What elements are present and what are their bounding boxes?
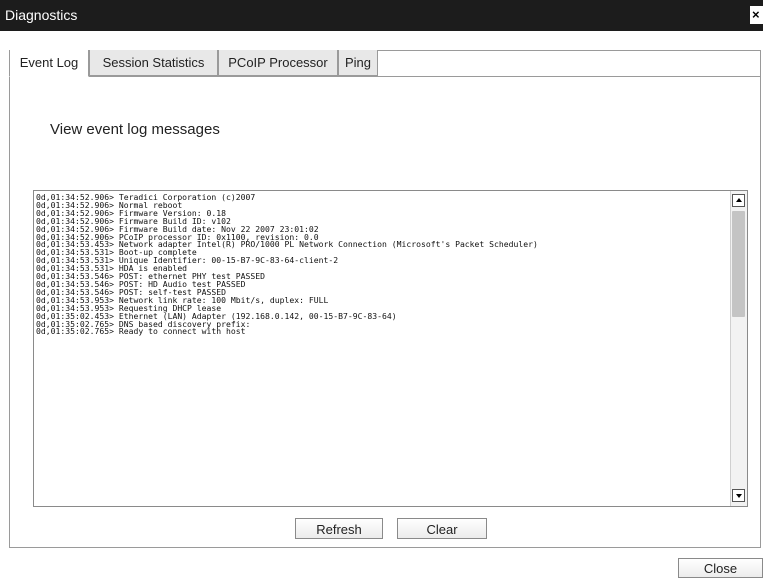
refresh-button[interactable]: Refresh [295,518,383,539]
arrow-down-icon [736,494,742,498]
tab-pcoip-processor[interactable]: PCoIP Processor [218,50,338,76]
scroll-down-button[interactable] [732,489,745,502]
close-button[interactable]: Close [678,558,763,578]
close-icon[interactable]: × [750,6,763,24]
log-scrollbar[interactable] [730,191,747,506]
tab-session-statistics[interactable]: Session Statistics [89,50,218,76]
event-log-content: 0d,01:34:52.906> Teradici Corporation (c… [36,193,726,337]
window-title: Diagnostics [5,7,78,23]
clear-button[interactable]: Clear [397,518,487,539]
scroll-up-button[interactable] [732,194,745,207]
tab-ping[interactable]: Ping [338,50,378,76]
log-line: 0d,01:35:02.765> Ready to connect with h… [36,326,246,337]
tab-event-log[interactable]: Event Log [9,50,89,77]
scroll-thumb[interactable] [732,211,745,317]
page-heading: View event log messages [50,121,220,138]
event-log-textarea[interactable]: 0d,01:34:52.906> Teradici Corporation (c… [33,190,748,507]
title-bar: Diagnostics × [0,0,763,31]
tab-strip-divider [9,76,761,77]
arrow-up-icon [736,198,742,202]
